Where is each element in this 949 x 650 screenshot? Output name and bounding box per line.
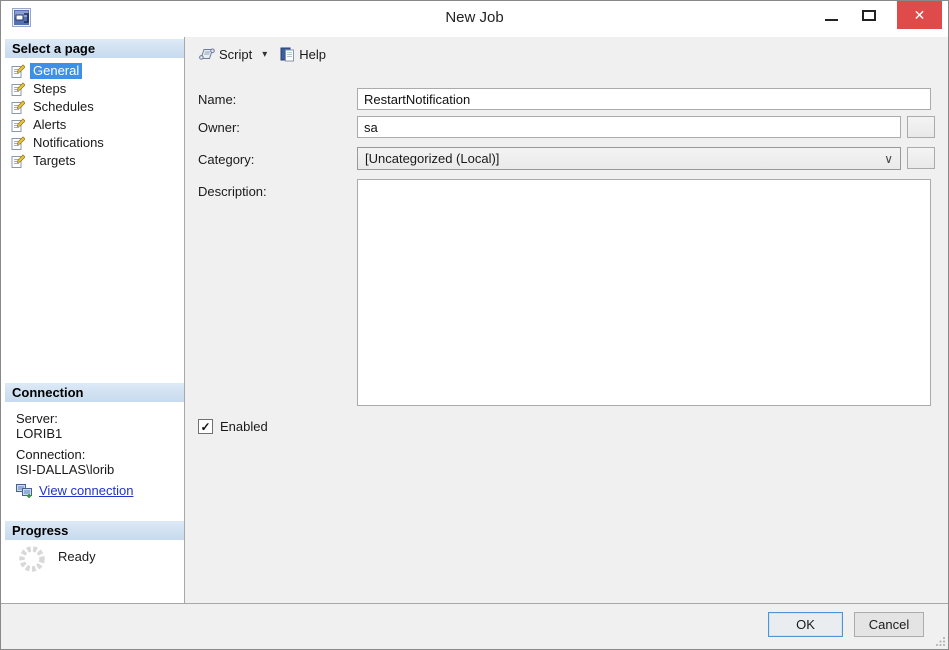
description-label: Description:: [198, 184, 267, 199]
connection-info: Server: LORIB1 Connection: ISI-DALLAS\lo…: [16, 411, 176, 498]
connection-value: ISI-DALLAS\lorib: [16, 462, 115, 477]
help-icon: [280, 47, 295, 62]
main-panel: Script ▾ Help Name: Owner: Category: [Un…: [184, 37, 948, 604]
minimize-button[interactable]: [813, 1, 849, 29]
cancel-button[interactable]: Cancel: [854, 612, 924, 637]
titlebar: New Job ✕: [1, 1, 948, 33]
sidebar-item-label: Alerts: [33, 117, 67, 132]
server-label: Server:: [16, 411, 58, 426]
sidebar-item-label: Notifications: [33, 135, 104, 150]
minimize-icon: [824, 18, 838, 21]
progress-status: Ready: [18, 545, 96, 573]
footer: OK Cancel: [1, 603, 948, 649]
select-a-page-header: Select a page: [5, 39, 184, 58]
page-tree: General Steps Schedules Alerts Notificat…: [2, 62, 181, 170]
enabled-checkbox[interactable]: ✓: [198, 419, 213, 434]
server-value: LORIB1: [16, 426, 63, 441]
connection-label: Connection:: [16, 447, 86, 462]
spinner-icon: [19, 546, 45, 572]
help-button[interactable]: Help: [275, 44, 330, 64]
sidebar-item-steps[interactable]: Steps: [2, 80, 181, 98]
progress-status-text: Ready: [58, 549, 96, 564]
chevron-down-icon: ∨: [884, 151, 893, 166]
owner-input[interactable]: [357, 116, 901, 138]
page-edit-icon: [11, 136, 25, 150]
check-icon: ✓: [200, 419, 211, 434]
close-button[interactable]: ✕: [897, 1, 942, 29]
script-icon: [199, 48, 215, 60]
sidebar-item-label: Targets: [33, 153, 76, 168]
owner-browse-button[interactable]: [907, 116, 935, 138]
page-edit-icon: [11, 118, 25, 132]
sidebar-item-label: Steps: [33, 81, 67, 96]
page-edit-icon: [11, 154, 25, 168]
sidebar-item-label: Schedules: [33, 99, 94, 114]
sidebar-item-label: General: [30, 63, 83, 79]
close-icon: ✕: [913, 6, 926, 23]
sidebar-item-notifications[interactable]: Notifications: [2, 134, 181, 152]
name-label: Name:: [198, 92, 237, 107]
ok-button[interactable]: OK: [768, 612, 843, 637]
network-connection-icon: [16, 484, 32, 498]
enabled-label: Enabled: [220, 419, 268, 434]
category-browse-button[interactable]: [907, 147, 935, 169]
script-button[interactable]: Script: [195, 44, 256, 64]
sidebar-item-alerts[interactable]: Alerts: [2, 116, 181, 134]
category-label: Category:: [198, 152, 255, 167]
description-textarea[interactable]: [357, 179, 931, 406]
name-input[interactable]: [357, 88, 931, 110]
sidebar-item-general[interactable]: General: [2, 62, 181, 80]
owner-label: Owner:: [198, 120, 240, 135]
category-selected-value: [Uncategorized (Local)]: [365, 151, 500, 166]
maximize-icon: [862, 9, 876, 21]
sidebar: Select a page General Steps Schedules Al…: [2, 37, 184, 604]
script-label: Script: [219, 46, 253, 62]
connection-header: Connection: [5, 383, 184, 402]
sidebar-item-targets[interactable]: Targets: [2, 152, 181, 170]
maximize-button[interactable]: [849, 1, 889, 29]
new-job-dialog: New Job ✕ Select a page General Steps Sc…: [0, 0, 949, 650]
view-connection-link[interactable]: View connection: [39, 483, 133, 498]
help-label: Help: [299, 46, 327, 62]
script-dropdown-icon[interactable]: ▾: [262, 49, 267, 60]
category-dropdown[interactable]: [Uncategorized (Local)] ∨: [357, 147, 901, 170]
page-edit-icon: [11, 82, 25, 96]
enabled-row: ✓ Enabled: [198, 419, 268, 434]
progress-header: Progress: [5, 521, 184, 540]
sidebar-item-schedules[interactable]: Schedules: [2, 98, 181, 116]
page-edit-icon: [11, 100, 25, 114]
toolbar: Script ▾ Help: [195, 43, 330, 65]
page-edit-icon: [11, 64, 25, 78]
resize-grip[interactable]: [935, 636, 946, 647]
window-title: New Job: [445, 9, 504, 26]
